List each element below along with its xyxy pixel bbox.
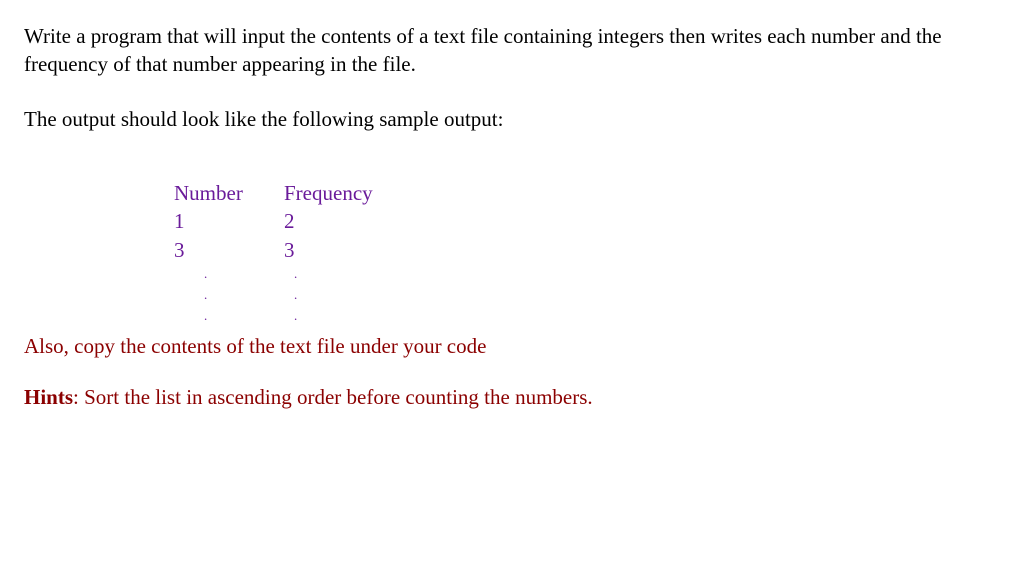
copy-instruction: Also, copy the contents of the text file… bbox=[24, 332, 1004, 360]
hints-paragraph: Hints: Sort the list in ascending order … bbox=[24, 383, 1004, 411]
cell-frequency: 2 bbox=[284, 207, 404, 235]
dot: . bbox=[284, 264, 404, 285]
ellipsis-row: . . bbox=[174, 285, 1004, 306]
dot: . bbox=[284, 285, 404, 306]
copy-instruction-text: Also, copy the contents of the text file… bbox=[24, 334, 486, 358]
dot: . bbox=[174, 306, 284, 327]
cell-number: 3 bbox=[174, 236, 284, 264]
header-frequency: Frequency bbox=[284, 179, 404, 207]
ellipsis-row: . . bbox=[174, 264, 1004, 285]
table-row: 1 2 bbox=[174, 207, 1004, 235]
output-intro-text: The output should look like the followin… bbox=[24, 107, 503, 131]
dot: . bbox=[174, 285, 284, 306]
cell-number: 1 bbox=[174, 207, 284, 235]
table-row: 3 3 bbox=[174, 236, 1004, 264]
dot: . bbox=[284, 306, 404, 327]
ellipsis-row: . . bbox=[174, 306, 1004, 327]
problem-statement: Write a program that will input the cont… bbox=[24, 22, 1004, 79]
hints-label: Hints bbox=[24, 385, 73, 409]
table-header-row: Number Frequency bbox=[174, 179, 1004, 207]
cell-frequency: 3 bbox=[284, 236, 404, 264]
sample-output-table: Number Frequency 1 2 3 3 . . . . . . bbox=[174, 179, 1004, 326]
dot: . bbox=[174, 264, 284, 285]
header-number: Number bbox=[174, 179, 284, 207]
problem-text: Write a program that will input the cont… bbox=[24, 24, 942, 76]
hints-text: : Sort the list in ascending order befor… bbox=[73, 385, 593, 409]
output-intro: The output should look like the followin… bbox=[24, 105, 1004, 133]
